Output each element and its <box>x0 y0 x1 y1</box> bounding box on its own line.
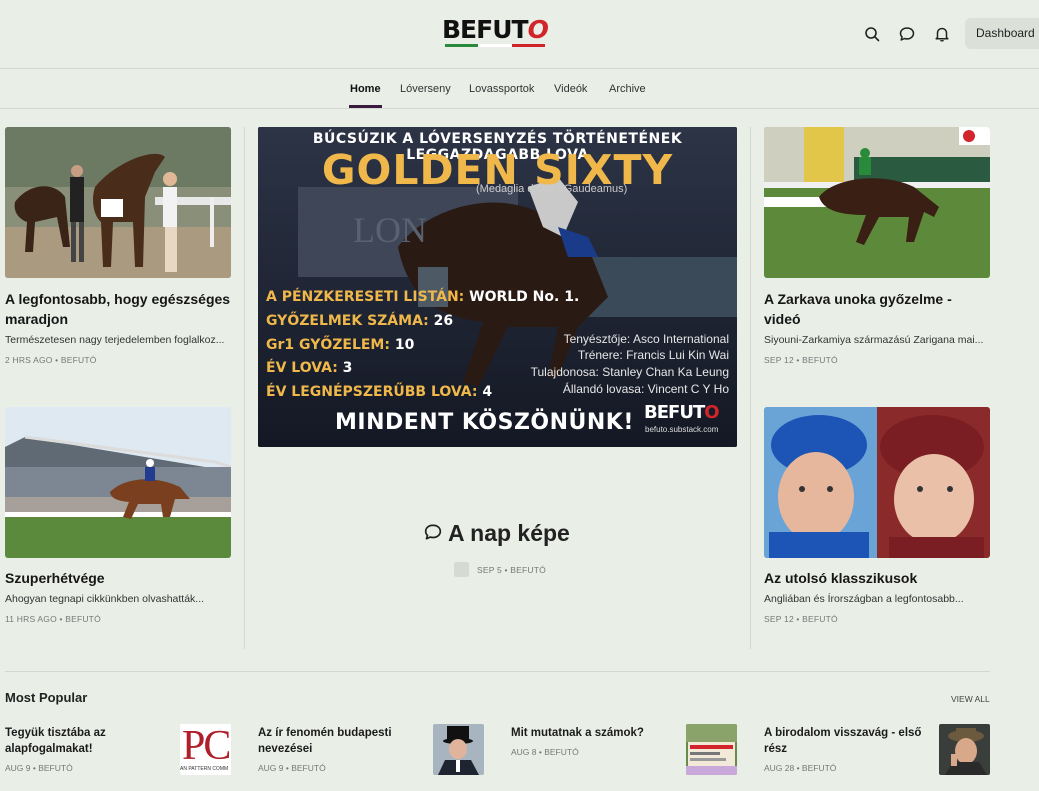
popular-post-title[interactable]: Az ír fenomén budapesti nevezései <box>258 725 423 757</box>
hero-info-line: Trénere: Francis Lui Kin Wai <box>577 348 729 362</box>
main-nav: Home Lóverseny Lovassportok Videók Archi… <box>0 70 1039 109</box>
post-thumbnail[interactable] <box>764 127 990 278</box>
post-subtitle: Ahogyan tegnapi cikkünkben olvashatták..… <box>5 593 205 605</box>
post-meta: SEP 12 • BEFUTÓ <box>764 614 838 624</box>
popular-post-thumbnail[interactable] <box>433 724 484 775</box>
hero-stat: GYŐZELMEK SZÁMA: 26 <box>266 313 454 329</box>
popular-post-meta: AUG 28 • BEFUTÓ <box>764 763 837 773</box>
post-meta: 2 HRS AGO • BEFUTÓ <box>5 355 97 365</box>
hero-logo: BEFUTO <box>644 402 720 423</box>
hero-info-line: Tulajdonosa: Stanley Chan Ka Leung <box>530 365 729 379</box>
post-subtitle: Siyouni-Zarkamiya származású Zarigana ma… <box>764 334 984 346</box>
hero-subline: (Medaglia d'Oro - Gaudeamus) <box>476 183 628 195</box>
nav-home[interactable]: Home <box>350 83 381 95</box>
column-divider <box>244 127 245 649</box>
chat-icon[interactable] <box>896 23 918 45</box>
logo-flag-stripe <box>444 44 545 47</box>
popular-post-title[interactable]: Tegyük tisztába az alapfogalmakat! <box>5 725 170 757</box>
section-divider <box>5 671 990 672</box>
view-all-link[interactable]: VIEW ALL <box>951 694 990 704</box>
post-meta: 11 HRS AGO • BEFUTÓ <box>5 614 101 624</box>
comment-icon <box>424 520 442 547</box>
author-avatar <box>454 562 469 577</box>
top-header: BEFUTO Dashboard <box>0 0 1039 69</box>
post-subtitle: Természetesen nagy terjedelemben foglalk… <box>5 334 225 346</box>
site-logo[interactable]: BEFUTO <box>442 15 549 50</box>
hero-stat: A PÉNZKERESETI LISTÁN: WORLD No. 1. <box>266 289 580 305</box>
hero-thanks: MINDENT KÖSZÖNÜNK! <box>335 410 634 435</box>
post-meta: SEP 12 • BEFUTÓ <box>764 355 838 365</box>
featured-post-image[interactable]: LON BÚCSÚZIK A LÓVERSENYZÉS TÖRTÉNETÉNEK… <box>258 127 737 447</box>
column-divider <box>750 127 751 649</box>
post-thumbnail[interactable] <box>764 407 990 558</box>
stadium-sign-text: LON <box>353 210 427 250</box>
nav-active-indicator <box>349 105 382 108</box>
post-subtitle: Angliában és Írországban a legfontosabb.… <box>764 593 964 605</box>
post-title[interactable]: A nap képe <box>424 520 570 547</box>
popular-post-title[interactable]: A birodalom visszavág - első rész <box>764 725 929 757</box>
popular-post-meta: AUG 8 • BEFUTÓ <box>511 747 579 757</box>
hero-info-line: Tenyésztője: Asco International <box>563 332 729 346</box>
popular-post-thumbnail[interactable] <box>686 724 737 775</box>
nav-loverseny[interactable]: Lóverseny <box>400 83 451 95</box>
hero-url: befuto.substack.com <box>645 425 719 434</box>
nav-lovassportok[interactable]: Lovassportok <box>469 83 534 95</box>
post-title[interactable]: Szuperhétvége <box>5 568 231 588</box>
post-title[interactable]: A Zarkava unoka győzelme - videó <box>764 289 990 329</box>
nav-videok[interactable]: Videók <box>554 83 587 95</box>
popular-post-thumbnail[interactable]: PC AN PATTERN COMM <box>180 724 231 775</box>
thumb-caption: AN PATTERN COMM <box>180 766 229 772</box>
popular-post-title[interactable]: Mit mutatnak a számok? <box>511 725 676 741</box>
most-popular-heading: Most Popular <box>5 690 88 705</box>
post-thumbnail[interactable] <box>5 407 231 558</box>
popular-post-thumbnail[interactable] <box>939 724 990 775</box>
bell-icon[interactable] <box>931 23 953 45</box>
post-meta: SEP 5 • BEFUTÓ <box>477 565 546 575</box>
hero-stat: ÉV LOVA: 3 <box>266 360 353 376</box>
search-icon[interactable] <box>861 23 883 45</box>
dashboard-button[interactable]: Dashboard <box>965 18 1039 49</box>
hero-stat: ÉV LEGNÉPSZERŰBB LOVA: 4 <box>266 384 493 400</box>
post-thumbnail[interactable] <box>5 127 231 278</box>
post-title-text: A nap képe <box>448 520 570 546</box>
popular-post-meta: AUG 9 • BEFUTÓ <box>258 763 326 773</box>
popular-post-meta: AUG 9 • BEFUTÓ <box>5 763 73 773</box>
thumb-letters: PC <box>182 724 231 769</box>
hero-stat: Gr1 GYŐZELEM: 10 <box>266 337 415 353</box>
logo-wordmark: BEFUTO <box>442 15 549 44</box>
post-title[interactable]: Az utolsó klasszikusok <box>764 568 990 588</box>
post-title[interactable]: A legfontosabb, hogy egészséges maradjon <box>5 289 231 329</box>
nav-archive[interactable]: Archive <box>609 83 646 95</box>
hero-info-line: Állandó lovasa: Vincent C Y Ho <box>562 382 729 396</box>
